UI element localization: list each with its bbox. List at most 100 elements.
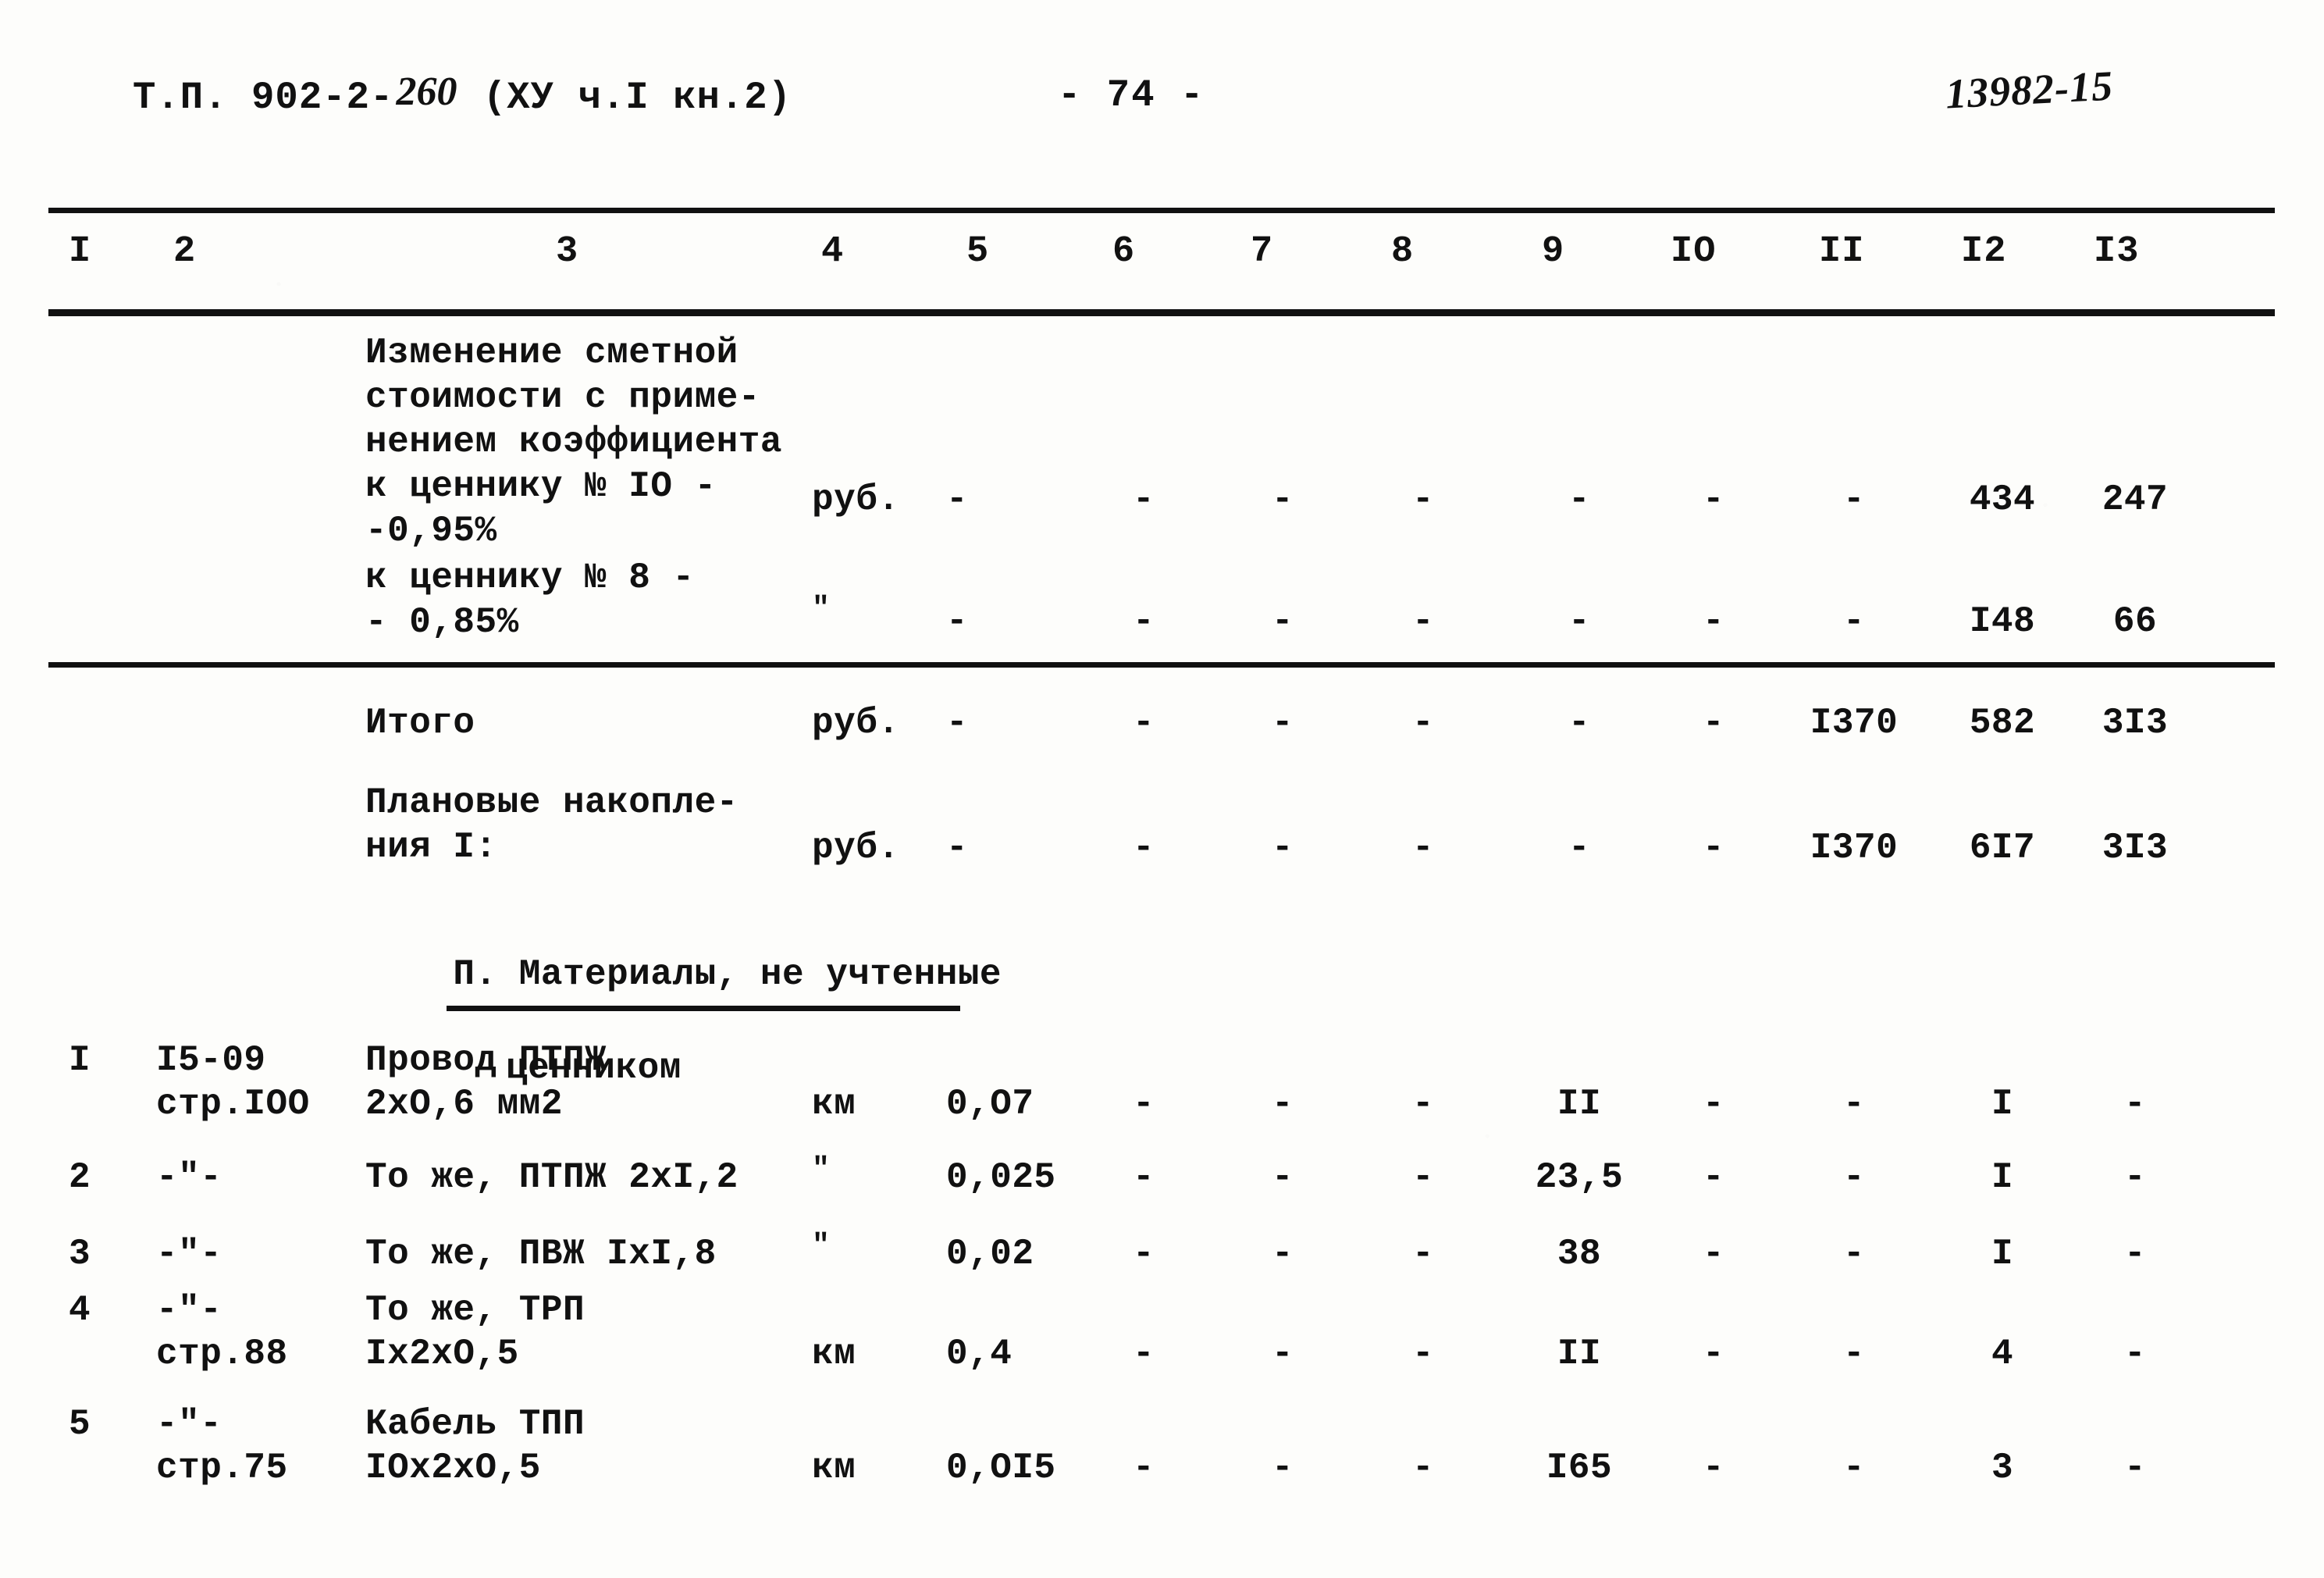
row-index: 2 xyxy=(69,1157,91,1198)
row-unit: км xyxy=(812,1448,856,1488)
row-value-9: - xyxy=(1568,601,1591,642)
column-header-10: IO xyxy=(1671,231,1717,272)
row-value-10: - xyxy=(1702,1234,1725,1274)
row-description: Изменение сметной стоимости с приме- нен… xyxy=(365,333,782,551)
page-header: Т.П. 902-2-260 (ХУ ч.I кн.2) - 74 - 1398… xyxy=(0,62,2324,142)
row-value-13: 3I3 xyxy=(2102,828,2169,868)
row-value-12: 3 xyxy=(1991,1448,2014,1488)
row-value-5: - xyxy=(946,828,969,868)
column-header-1: I xyxy=(69,231,92,272)
row-value-7: - xyxy=(1271,1334,1294,1374)
row-value-6: - xyxy=(1132,601,1155,642)
column-header-7: 7 xyxy=(1251,231,1274,272)
column-header-13: I3 xyxy=(2094,231,2140,272)
row-unit: " xyxy=(812,1152,831,1186)
row-value-12: I xyxy=(1991,1084,2014,1124)
row-value-9: 38 xyxy=(1557,1234,1602,1274)
row-value-7: - xyxy=(1271,1084,1294,1124)
row-value-13: - xyxy=(2123,1084,2147,1124)
page-number: - 74 - xyxy=(1058,73,1205,117)
row-description: То же, ПВЖ IхI,8 xyxy=(365,1234,717,1274)
row-value-9: - xyxy=(1568,479,1591,520)
row-value-9: II xyxy=(1557,1084,1602,1124)
row-value-13: 66 xyxy=(2112,601,2158,642)
table-rule-subtotal xyxy=(48,662,2275,668)
row-value-5: - xyxy=(946,703,969,743)
row-value-5: 0,02 xyxy=(946,1234,1034,1274)
row-reference: -"- стр.75 xyxy=(156,1404,288,1488)
row-value-9: - xyxy=(1568,828,1591,868)
row-value-13: - xyxy=(2123,1334,2147,1374)
row-value-10: - xyxy=(1702,703,1725,743)
row-value-6: - xyxy=(1132,828,1155,868)
row-value-8: - xyxy=(1411,479,1435,520)
row-value-10: - xyxy=(1702,828,1725,868)
row-value-12: I xyxy=(1991,1157,2014,1198)
row-index: 5 xyxy=(69,1404,91,1444)
row-unit: руб. xyxy=(812,479,900,520)
row-value-12: 4 xyxy=(1991,1334,2014,1374)
row-value-11: - xyxy=(1842,1084,1866,1124)
row-value-11: - xyxy=(1842,1234,1866,1274)
row-value-10: - xyxy=(1702,479,1725,520)
column-header-8: 8 xyxy=(1391,231,1415,272)
row-value-7: - xyxy=(1271,601,1294,642)
column-header-11: II xyxy=(1819,231,1865,272)
row-value-5: - xyxy=(946,479,969,520)
row-value-11: I370 xyxy=(1810,828,1899,868)
archive-number-handwritten: 13982-15 xyxy=(1944,62,2115,118)
column-header-3: 3 xyxy=(556,231,579,272)
row-unit: км xyxy=(812,1084,856,1124)
row-value-10: - xyxy=(1702,1084,1725,1124)
row-value-6: - xyxy=(1132,479,1155,520)
row-reference: -"- xyxy=(156,1157,222,1198)
row-value-13: - xyxy=(2123,1157,2147,1198)
row-value-10: - xyxy=(1702,601,1725,642)
section-heading-line1: П. Материалы, не учтенные xyxy=(453,954,1002,995)
row-value-11: - xyxy=(1842,1157,1866,1198)
row-value-8: - xyxy=(1411,1334,1435,1374)
row-value-5: 0,O7 xyxy=(946,1084,1034,1124)
row-value-11: - xyxy=(1842,1448,1866,1488)
row-value-13: - xyxy=(2123,1234,2147,1274)
row-value-8: - xyxy=(1411,1084,1435,1124)
row-value-7: - xyxy=(1271,1157,1294,1198)
row-value-9: II xyxy=(1557,1334,1602,1374)
row-value-11: - xyxy=(1842,479,1866,520)
row-value-6: - xyxy=(1132,1448,1155,1488)
section-heading-underline xyxy=(447,1006,960,1011)
row-unit: руб. xyxy=(812,703,900,743)
row-value-6: - xyxy=(1132,1084,1155,1124)
row-unit: км xyxy=(812,1334,856,1374)
row-value-12: I48 xyxy=(1969,601,2036,642)
row-index: 4 xyxy=(69,1290,91,1330)
row-value-7: - xyxy=(1271,1234,1294,1274)
table-rule-top xyxy=(48,208,2275,213)
row-description: Итого xyxy=(365,703,475,743)
document-code: Т.П. 902-2-260 (ХУ ч.I кн.2) xyxy=(133,69,792,119)
row-reference: I5-09 стр.IOO xyxy=(156,1040,310,1124)
row-reference: -"- стр.88 xyxy=(156,1290,288,1374)
row-unit: " xyxy=(812,1229,831,1263)
row-value-9: - xyxy=(1568,703,1591,743)
row-description: Кабель ТПП IOх2хO,5 xyxy=(365,1404,585,1488)
row-description: к ценнику № 8 - - 0,85% xyxy=(365,557,695,643)
column-header-9: 9 xyxy=(1542,231,1565,272)
row-description: То же, ПТПЖ 2хI,2 xyxy=(365,1157,738,1198)
row-value-7: - xyxy=(1271,828,1294,868)
row-description: Плановые накопле- ния I: xyxy=(365,782,738,867)
row-value-9: I65 xyxy=(1546,1448,1613,1488)
row-value-11: - xyxy=(1842,601,1866,642)
row-value-12: 6I7 xyxy=(1969,828,2036,868)
row-value-11: I370 xyxy=(1810,703,1899,743)
row-value-6: - xyxy=(1132,703,1155,743)
row-value-8: - xyxy=(1411,601,1435,642)
row-unit: " xyxy=(812,592,831,625)
row-value-13: 247 xyxy=(2102,479,2169,520)
row-value-8: - xyxy=(1411,1157,1435,1198)
row-value-7: - xyxy=(1271,479,1294,520)
row-description: Провод ПТПЖ 2хO,6 мм2 xyxy=(365,1040,607,1124)
row-value-5: - xyxy=(946,601,969,642)
column-header-6: 6 xyxy=(1112,231,1136,272)
table-rule-header-bottom xyxy=(48,309,2275,316)
